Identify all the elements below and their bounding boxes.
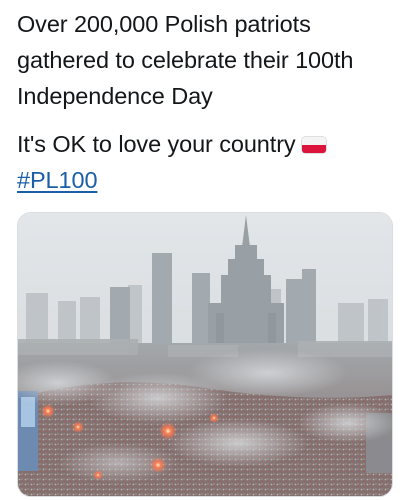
tweet-text-line: It's OK to love your country	[17, 126, 397, 162]
poland-flag-icon	[301, 137, 326, 153]
hashtag-link[interactable]: #PL100	[17, 167, 98, 193]
tweet: Over 200,000 Polish patriots gathered to…	[0, 0, 408, 500]
tweet-text-line: Over 200,000 Polish patriots	[17, 11, 311, 37]
tweet-photo[interactable]	[17, 212, 393, 497]
crowd-photo-image	[18, 213, 392, 496]
tweet-text-line: Independence Day	[17, 83, 213, 109]
love-country-text: It's OK to love your country	[17, 131, 296, 157]
hashtag-line: #PL100	[17, 162, 397, 198]
tweet-text-line: gathered to celebrate their 100th	[17, 47, 354, 73]
tweet-text: Over 200,000 Polish patriots gathered to…	[17, 6, 397, 198]
